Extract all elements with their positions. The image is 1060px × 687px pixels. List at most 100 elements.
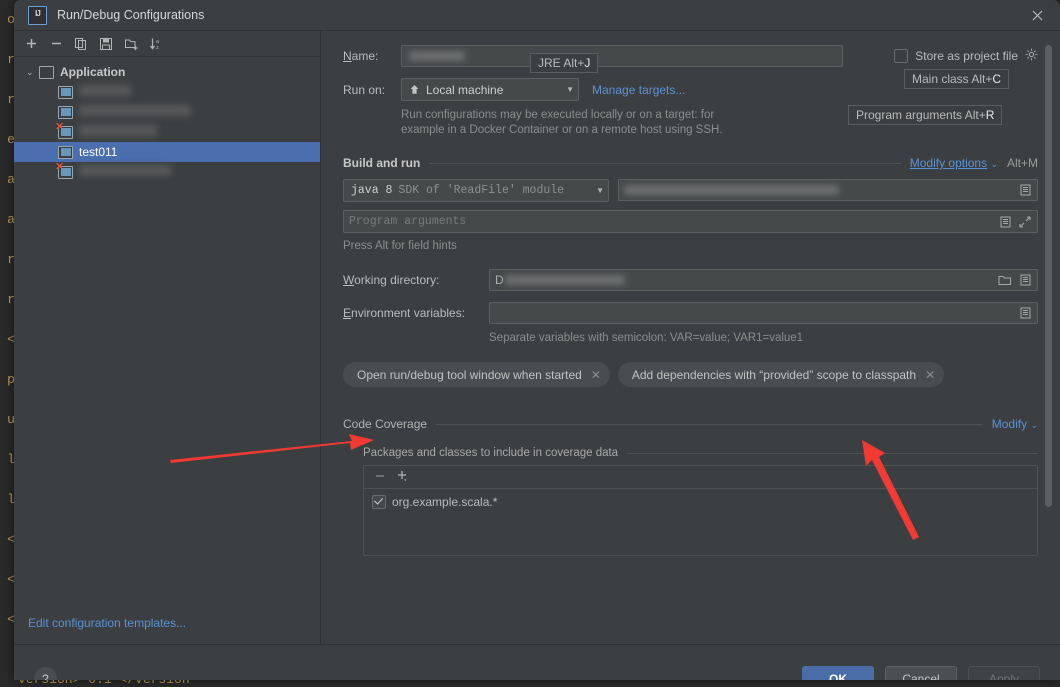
- modify-options-link[interactable]: Modify options ⌄: [910, 156, 998, 170]
- tree-item-label: test011: [79, 145, 118, 159]
- sort-alphabetical-icon[interactable]: az: [145, 34, 167, 54]
- working-directory-macros-icon[interactable]: [1018, 273, 1032, 287]
- copy-configuration-button[interactable]: [70, 34, 92, 54]
- tree-item-configuration[interactable]: test011: [14, 142, 320, 162]
- edit-configuration-templates-link[interactable]: Edit configuration templates...: [28, 616, 186, 630]
- option-chip[interactable]: Add dependencies with “provided” scope t…: [617, 362, 945, 387]
- program-arguments-macros-icon[interactable]: [998, 215, 1012, 229]
- redacted-label: [79, 125, 157, 136]
- configuration-icon: [58, 85, 73, 99]
- coverage-list-item[interactable]: org.example.scala.*: [372, 495, 1037, 509]
- tree-item-configuration[interactable]: [14, 102, 320, 122]
- jre-value-suffix: SDK of 'ReadFile' module: [398, 184, 565, 197]
- option-chip[interactable]: Open run/debug tool window when started ✕: [343, 362, 610, 387]
- form-scrollbar-thumb[interactable]: [1045, 45, 1052, 507]
- tree-item-label: [79, 85, 131, 99]
- chevron-down-icon[interactable]: ⌄: [26, 67, 39, 77]
- form-scrollbar[interactable]: [1044, 45, 1052, 525]
- environment-variables-input[interactable]: [489, 302, 1038, 324]
- name-row: Name: Store as project file: [343, 45, 1038, 67]
- application-group-icon: [39, 65, 54, 79]
- jre-dropdown[interactable]: java 8 SDK of 'ReadFile' module ▼: [343, 179, 609, 202]
- coverage-list-toolbar: [364, 466, 1037, 489]
- configurations-tree[interactable]: ⌄ Application ✕ test011 ✕: [14, 57, 320, 644]
- build-and-run-row: java 8 SDK of 'ReadFile' module ▼: [343, 179, 1038, 202]
- run-on-hint-line2: example in a Docker Container or on a re…: [401, 124, 723, 136]
- working-directory-input[interactable]: D: [489, 269, 1038, 291]
- manage-targets-link[interactable]: Manage targets...: [592, 83, 685, 97]
- run-on-dropdown[interactable]: Local machine ▼: [401, 78, 579, 101]
- build-and-run-title: Build and run: [343, 156, 421, 170]
- option-chip-label: Add dependencies with “provided” scope t…: [631, 367, 917, 382]
- coverage-add-button[interactable]: [396, 469, 409, 485]
- error-badge-icon: ✕: [55, 120, 65, 133]
- coverage-packages-title: Packages and classes to include in cover…: [363, 447, 619, 459]
- code-coverage-section-header: Code Coverage Modify ⌄: [343, 417, 1038, 431]
- option-chips: Open run/debug tool window when started ✕…: [343, 362, 1038, 387]
- alt-field-hint: Press Alt for field hints: [343, 240, 457, 252]
- working-directory-label: Working directory:: [343, 273, 440, 287]
- chip-close-icon[interactable]: ✕: [925, 368, 935, 382]
- folder-add-icon[interactable]: [120, 34, 142, 54]
- dialog-buttons: OK Cancel Apply: [802, 665, 1040, 680]
- gear-icon[interactable]: [1025, 48, 1038, 64]
- coverage-packages-list[interactable]: org.example.scala.*: [363, 465, 1038, 556]
- code-coverage-title: Code Coverage: [343, 417, 428, 431]
- store-as-project-file-label: Store as project file: [915, 49, 1018, 63]
- save-configuration-button[interactable]: [95, 34, 117, 54]
- redacted-label: [79, 105, 191, 116]
- configuration-form-pane: Name: Store as project file Run on: Loca…: [321, 31, 1060, 644]
- configuration-icon: ✕: [55, 161, 73, 179]
- name-label: Name:: [343, 49, 379, 63]
- cancel-button[interactable]: Cancel: [885, 665, 957, 680]
- tooltip-main-class: Main class Alt+C: [904, 69, 1010, 89]
- chevron-down-icon: ▼: [566, 85, 574, 94]
- sidebar-toolbar: az: [14, 31, 320, 57]
- name-input[interactable]: [401, 45, 843, 67]
- help-button[interactable]: ?: [34, 667, 57, 680]
- redacted-label: [79, 165, 171, 176]
- main-class-input[interactable]: [618, 179, 1038, 201]
- program-arguments-expand-icon[interactable]: [1018, 215, 1032, 229]
- tree-item-label: [79, 105, 191, 119]
- chevron-down-icon: ▼: [596, 186, 604, 195]
- tree-group-application[interactable]: ⌄ Application: [14, 62, 320, 82]
- code-coverage-modify-link[interactable]: Modify ⌄: [992, 417, 1038, 431]
- run-on-label: Run on:: [343, 82, 386, 97]
- apply-button: Apply: [968, 665, 1040, 680]
- tree-item-label: [79, 125, 157, 139]
- error-badge-icon: ✕: [55, 160, 65, 173]
- working-directory-row: Working directory: D: [343, 269, 1038, 291]
- configuration-icon: ✕: [55, 121, 73, 139]
- configuration-icon: [58, 145, 73, 159]
- tree-item-configuration[interactable]: ✕: [14, 121, 320, 142]
- coverage-packages-header: Packages and classes to include in cover…: [363, 447, 1038, 459]
- modify-options-shortcut: Alt+M: [1006, 156, 1038, 170]
- main-class-browse-icon[interactable]: [1018, 183, 1032, 197]
- program-arguments-placeholder: Program arguments: [349, 215, 467, 228]
- tree-item-label: Application: [60, 65, 126, 79]
- section-divider: [429, 162, 901, 164]
- environment-variables-row: Environment variables:: [343, 302, 1038, 324]
- store-as-project-file-row[interactable]: Store as project file: [894, 48, 1038, 64]
- chip-close-icon[interactable]: ✕: [591, 368, 601, 382]
- coverage-item-checkbox[interactable]: [372, 495, 386, 509]
- configuration-form: Name: Store as project file Run on: Loca…: [321, 31, 1060, 644]
- environment-variables-editor-icon[interactable]: [1018, 306, 1032, 320]
- tree-item-configuration[interactable]: [14, 82, 320, 102]
- tooltip-program-arguments: Program arguments Alt+R: [848, 105, 1003, 125]
- coverage-remove-button[interactable]: [374, 470, 386, 485]
- close-icon[interactable]: [1014, 0, 1060, 30]
- build-and-run-section-header: Build and run Modify options ⌄ Alt+M: [343, 156, 1038, 170]
- run-on-value: Local machine: [426, 82, 504, 97]
- remove-configuration-button[interactable]: [45, 34, 67, 54]
- store-as-project-file-checkbox[interactable]: [894, 49, 909, 63]
- coverage-item-label: org.example.scala.*: [392, 495, 498, 509]
- program-arguments-input[interactable]: Program arguments: [343, 210, 1038, 233]
- add-configuration-button[interactable]: [20, 34, 42, 54]
- environment-variables-label: Environment variables:: [343, 306, 466, 320]
- tree-item-configuration[interactable]: ✕: [14, 161, 320, 182]
- ok-button[interactable]: OK: [802, 665, 874, 680]
- configuration-icon: [58, 105, 73, 119]
- working-directory-browse-icon[interactable]: [998, 273, 1012, 287]
